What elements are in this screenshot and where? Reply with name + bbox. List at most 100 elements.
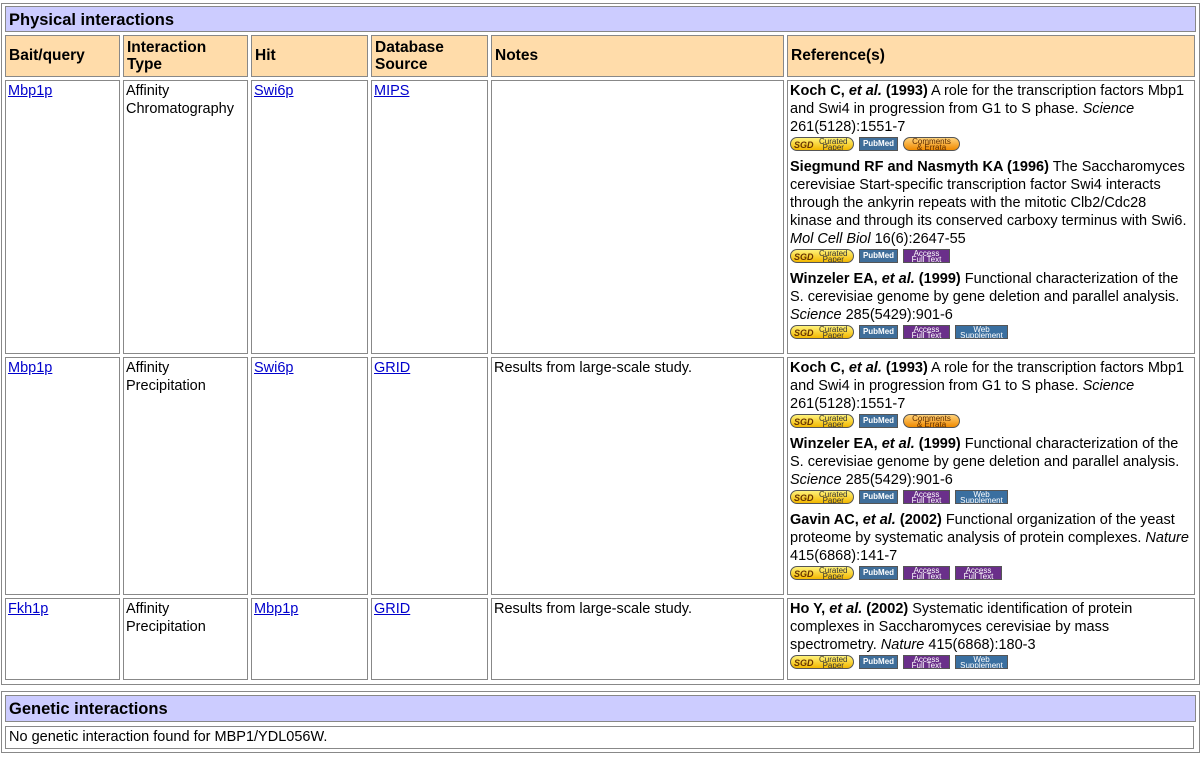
web-badge-button[interactable]: Web Supplement (955, 490, 1008, 504)
sgd-badge-button[interactable]: SGD Curated Paper (790, 137, 854, 151)
sgd-badge-button[interactable]: SGD Curated Paper (790, 325, 854, 339)
row-itype-text: Affinity Precipitation (126, 601, 206, 635)
access-badge-sublabel: Full Text (911, 572, 942, 580)
reference-volume-pages: 285(5429):901-6 (841, 472, 953, 488)
row-notes-text: Results from large-scale study. (494, 360, 692, 376)
pubmed-badge-button[interactable]: PubMed (859, 325, 898, 339)
reference-citation: Ho Y, et al. (2002) Systematic identific… (790, 600, 1192, 654)
physical-interactions-panel: Physical interactions Bait/query Interac… (1, 3, 1200, 685)
web-badge-sublabel: Supplement (960, 331, 1003, 339)
comments-badge-button[interactable]: Comments & Errata (903, 137, 960, 151)
reference-author-names: Winzeler EA, (790, 271, 882, 287)
pubmed-badge-label: PubMed (862, 657, 895, 666)
access-badge-sublabel: Full Text (963, 572, 994, 580)
reference-authors: Koch C, et al. (1993) (790, 83, 928, 99)
sgd-logo-icon: SGD (794, 417, 814, 427)
reference-entry: Winzeler EA, et al. (1999) Functional ch… (790, 435, 1192, 506)
row-bait-link[interactable]: Mbp1p (8, 83, 52, 99)
reference-entry: Koch C, et al. (1993) A role for the tra… (790, 359, 1192, 430)
pubmed-badge-label: PubMed (862, 568, 895, 577)
reference-et-al: et al. (848, 360, 882, 376)
row-db-link[interactable]: GRID (374, 601, 410, 617)
row-hit-link[interactable]: Mbp1p (254, 601, 298, 617)
row-2-db-cell: GRID (371, 598, 488, 680)
reference-link-badges: SGD Curated Paper PubMed Access Full Text Web S… (790, 490, 1192, 506)
reference-citation: Gavin AC, et al. (2002) Functional organ… (790, 511, 1192, 565)
pubmed-badge-button[interactable]: PubMed (859, 249, 898, 263)
row-hit-link[interactable]: Swi6p (254, 360, 294, 376)
row-1-notes-cell: Results from large-scale study. (491, 357, 784, 595)
reference-journal: Science (1082, 101, 1135, 117)
reference-citation: Winzeler EA, et al. (1999) Functional ch… (790, 270, 1192, 324)
reference-volume-pages: 261(5128):1551-7 (790, 119, 906, 135)
reference-entry: Gavin AC, et al. (2002) Functional organ… (790, 511, 1192, 582)
row-itype-text: Affinity Precipitation (126, 360, 206, 394)
pubmed-badge-label: PubMed (862, 139, 895, 148)
sgd-logo-icon: SGD (794, 569, 814, 579)
reference-journal: Nature (880, 637, 925, 653)
row-bait-link[interactable]: Fkh1p (8, 601, 48, 617)
reference-et-al: et al. (881, 271, 915, 287)
reference-volume-pages: 16(6):2647-55 (870, 231, 966, 247)
reference-et-al: et al. (848, 83, 882, 99)
reference-et-al: et al. (862, 512, 896, 528)
reference-authors: Winzeler EA, et al. (1999) (790, 436, 961, 452)
reference-link-badges: SGD Curated Paper PubMed Access Full Text (790, 249, 1192, 265)
pubmed-badge-button[interactable]: PubMed (859, 566, 898, 580)
web-badge-button[interactable]: Web Supplement (955, 655, 1008, 669)
comments-badge-button[interactable]: Comments & Errata (903, 414, 960, 428)
header-database-source: Database Source (371, 35, 488, 77)
header-interaction-type: Interaction Type (123, 35, 248, 77)
row-bait-link[interactable]: Mbp1p (8, 360, 52, 376)
sgd-badge-button[interactable]: SGD Curated Paper (790, 414, 854, 428)
pubmed-badge-button[interactable]: PubMed (859, 655, 898, 669)
pubmed-badge-button[interactable]: PubMed (859, 137, 898, 151)
row-2-itype-cell: Affinity Precipitation (123, 598, 248, 680)
reference-journal: Science (790, 307, 842, 323)
sgd-badge-button[interactable]: SGD Curated Paper (790, 490, 854, 504)
header-hit: Hit (251, 35, 368, 77)
reference-citation: Winzeler EA, et al. (1999) Functional ch… (790, 435, 1192, 489)
reference-year: (2002) (895, 512, 942, 528)
reference-author-names: Koch C, (790, 83, 849, 99)
access-badge-button[interactable]: Access Full Text (955, 566, 1002, 580)
row-1-bait-cell: Mbp1p (5, 357, 120, 595)
pubmed-badge-button[interactable]: PubMed (859, 414, 898, 428)
sgd-logo-icon: SGD (794, 252, 814, 262)
sgd-badge-button[interactable]: SGD Curated Paper (790, 655, 854, 669)
reference-et-al: et al. (829, 601, 863, 617)
reference-year: (1996) (1002, 159, 1049, 175)
access-badge-button[interactable]: Access Full Text (903, 325, 950, 339)
web-badge-button[interactable]: Web Supplement (955, 325, 1008, 339)
sgd-badge-button[interactable]: SGD Curated Paper (790, 249, 854, 263)
header-references: Reference(s) (787, 35, 1195, 77)
physical-section-title: Physical interactions (5, 6, 1196, 32)
row-2-hit-cell: Mbp1p (251, 598, 368, 680)
sgd-badge-button[interactable]: SGD Curated Paper (790, 566, 854, 580)
sgd-logo-icon: SGD (794, 658, 814, 668)
reference-volume-pages: 285(5429):901-6 (841, 307, 953, 323)
pubmed-badge-label: PubMed (862, 327, 895, 336)
pubmed-badge-label: PubMed (862, 251, 895, 260)
reference-journal: Science (790, 472, 842, 488)
reference-entry: Winzeler EA, et al. (1999) Functional ch… (790, 270, 1192, 341)
row-hit-link[interactable]: Swi6p (254, 83, 294, 99)
row-1-db-cell: GRID (371, 357, 488, 595)
reference-year: (1999) (914, 271, 961, 287)
row-db-link[interactable]: MIPS (374, 83, 409, 99)
access-badge-button[interactable]: Access Full Text (903, 490, 950, 504)
row-db-link[interactable]: GRID (374, 360, 410, 376)
pubmed-badge-button[interactable]: PubMed (859, 490, 898, 504)
row-2-refs-cell: Ho Y, et al. (2002) Systematic identific… (787, 598, 1195, 680)
reference-volume-pages: 415(6868):141-7 (790, 548, 898, 564)
access-badge-button[interactable]: Access Full Text (903, 655, 950, 669)
row-notes-text: Results from large-scale study. (494, 601, 692, 617)
reference-author-names: Koch C, (790, 360, 849, 376)
pubmed-badge-label: PubMed (862, 416, 895, 425)
access-badge-button[interactable]: Access Full Text (903, 249, 950, 263)
access-badge-button[interactable]: Access Full Text (903, 566, 950, 580)
reference-authors: Winzeler EA, et al. (1999) (790, 271, 961, 287)
reference-link-badges: SGD Curated Paper PubMed Access Full Text Web S… (790, 325, 1192, 341)
reference-journal: Science (1082, 378, 1135, 394)
reference-volume-pages: 415(6868):180-3 (924, 637, 1036, 653)
